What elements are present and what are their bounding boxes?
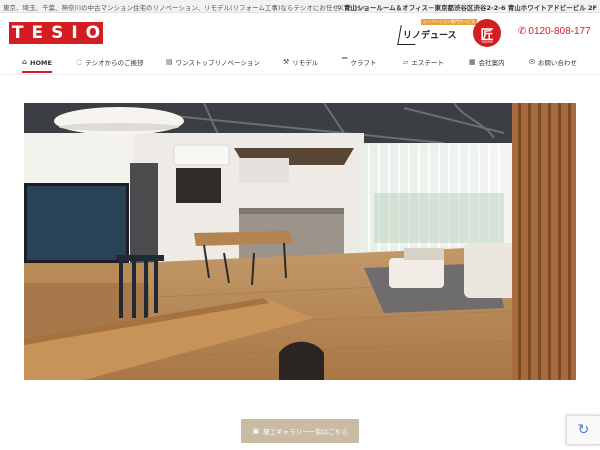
logo-text: TESIO [11, 23, 109, 43]
nav-item-onestop[interactable]: ▤ ワンストップリノベーション [166, 59, 260, 73]
building-icon: ▤ [166, 58, 173, 66]
showroom-address[interactable]: ⚲ 青山ショールーム＆オフィス－東京都渋谷区渋谷2-2-6 青山ホワイトアドビービ… [337, 2, 597, 12]
nav-item-label: クラフト [350, 59, 377, 67]
nav-item-label: ワンストップリノベーション [175, 59, 260, 67]
nav-item-label: お問い合わせ [537, 59, 577, 67]
gallery-button-label: 施工ギャラリー一覧はこちら [263, 428, 348, 436]
nav-item-label: テシオからのご挨拶 [85, 59, 144, 67]
recaptcha-icon: ↻ [577, 422, 590, 438]
nav-item-greeting[interactable]: ◌ テシオからのご挨拶 [76, 59, 144, 73]
nav-item-remodel[interactable]: ⚒ リモデル [283, 59, 318, 73]
interior-photo [24, 103, 576, 380]
nav-item-home[interactable]: ⌂ HOME [22, 59, 52, 73]
chat-icon: ◌ [76, 58, 83, 66]
map-icon: ▱ [403, 58, 409, 66]
nav-item-label: 会社案内 [478, 59, 505, 67]
nav-item-label: エステート [411, 59, 444, 67]
phone-icon: ✆ [518, 26, 527, 37]
gallery-button[interactable]: ▣ 施工ギャラリー一覧はこちら [241, 419, 359, 443]
mail-icon: ✉ [529, 58, 535, 66]
address-text: 青山ショールーム＆オフィス－東京都渋谷区渋谷2-2-6 青山ホワイトアドビービル… [343, 4, 597, 12]
home-icon: ⌂ [22, 58, 28, 66]
phone-link[interactable]: ✆ 0120-808-177 [518, 26, 591, 37]
nav-item-craft[interactable]: ▔ クラフト [342, 59, 376, 73]
renoduce-badge: リノベーション専門サービス [421, 19, 477, 25]
phone-number: 0120-808-177 [528, 26, 591, 37]
hammer-icon: ⚒ [283, 58, 290, 66]
nav-item-label: HOME [30, 59, 52, 67]
takumi-subtext: TAKUMI [481, 40, 493, 44]
gallery-icon: ▣ [252, 427, 260, 435]
nav-item-contact[interactable]: ✉ お問い合わせ [529, 59, 577, 73]
building-icon: ▦ [469, 58, 476, 66]
top-info-bar: 東京、埼玉、千葉、神奈川の中古マンション住宅のリノベーション、リモデル(リフォー… [0, 0, 600, 13]
hero-image [24, 103, 576, 380]
renoduce-text: リノデュース [403, 31, 457, 41]
recaptcha-badge[interactable]: ↻ [566, 415, 600, 445]
main-navigation: ⌂ HOME ◌ テシオからのご挨拶 ▤ ワンストップリノベーション ⚒ リモデル ▔ ク… [0, 55, 600, 75]
location-pin-icon: ⚲ [337, 4, 342, 12]
nav-item-company[interactable]: ▦ 会社案内 [469, 59, 505, 73]
renoduce-logo[interactable]: リノベーション専門サービス リノデュース [397, 19, 477, 47]
tesio-logo[interactable]: TESIO [9, 22, 103, 44]
nav-item-label: リモデル [292, 59, 319, 67]
site-tagline: 東京、埼玉、千葉、神奈川の中古マンション住宅のリノベーション、リモデル(リフォー… [3, 4, 372, 12]
takumi-logo[interactable]: 匠 TAKUMI [473, 19, 501, 47]
nav-item-estate[interactable]: ▱ エステート [403, 59, 444, 73]
paint-roller-icon: ▔ [342, 58, 348, 66]
